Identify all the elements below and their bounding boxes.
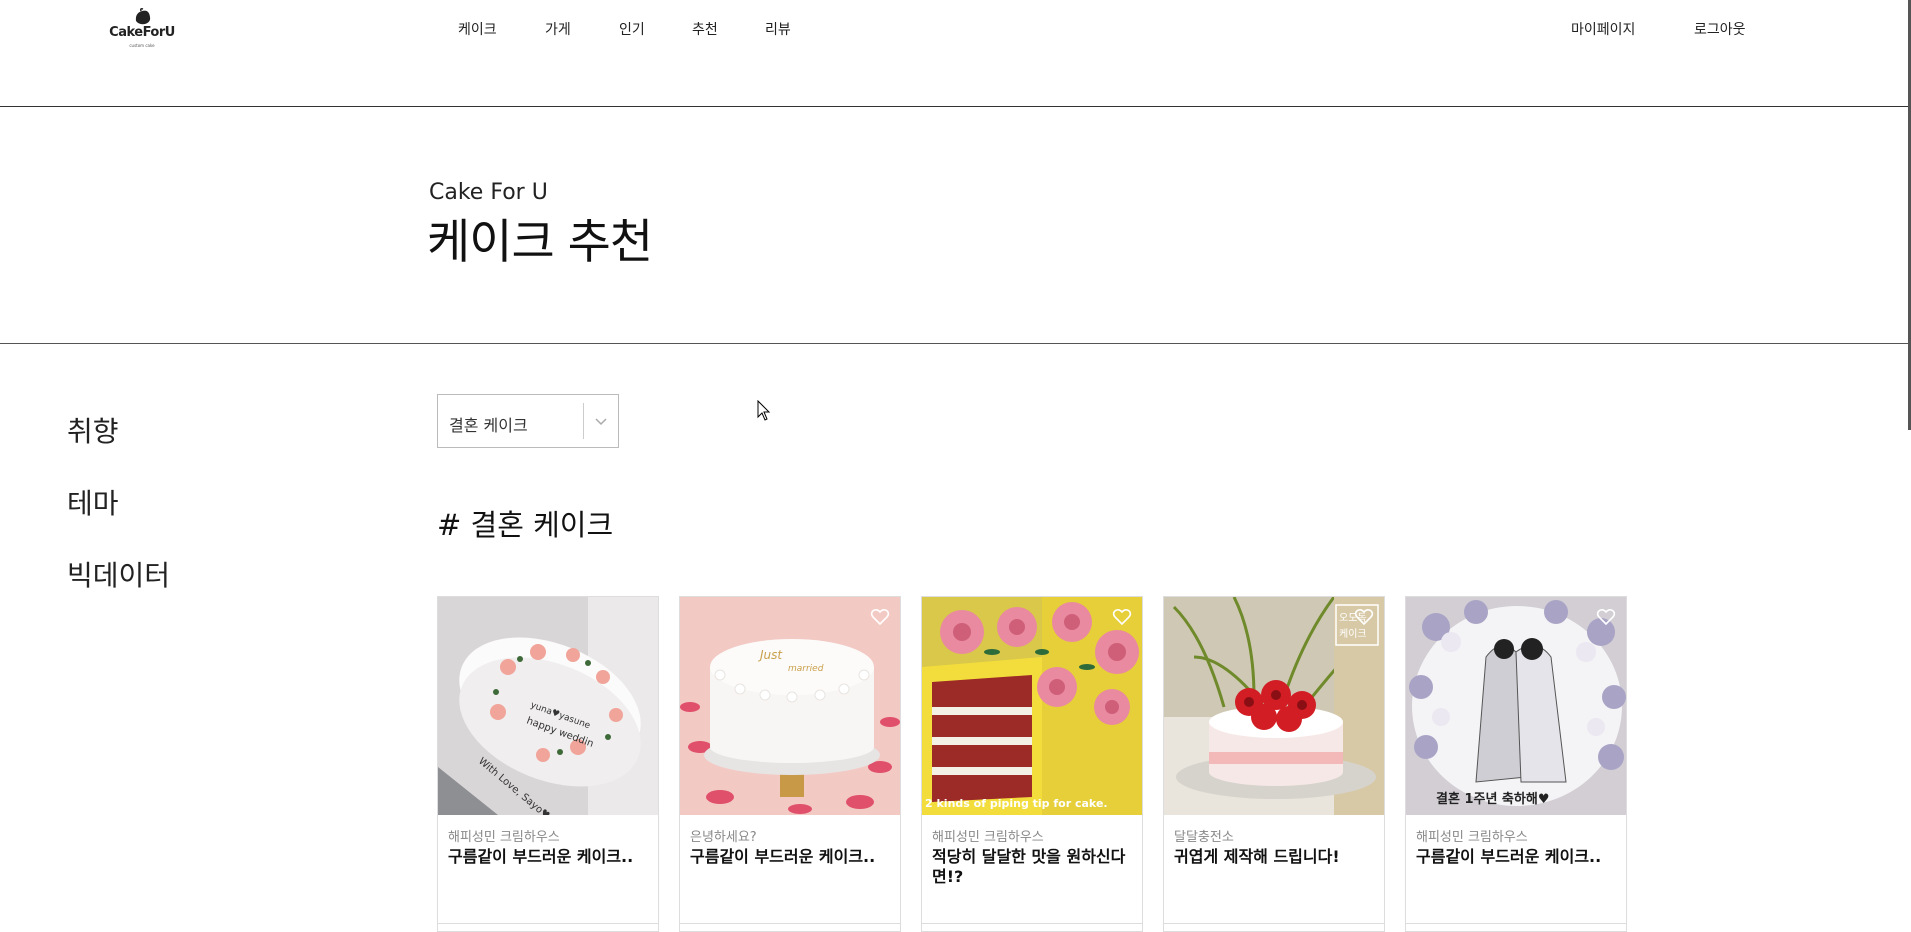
shop-name: 해피성민 크림하우스 bbox=[932, 830, 1044, 845]
sidebar-item-theme[interactable]: 테마 bbox=[67, 482, 119, 522]
hero-banner: Cake For U 케이크 추천 bbox=[0, 107, 1911, 344]
hero-subtitle: Cake For U bbox=[429, 180, 548, 205]
cake-name: 구름같이 부드러운 케이크.. bbox=[690, 847, 876, 866]
theme-select-value: 결혼 케이크 bbox=[449, 416, 528, 435]
cake-card[interactable]: 오도독 케이크 달달충전소 귀엽게 제작해 드립니다! bbox=[1163, 596, 1385, 932]
cake-writing: Just bbox=[758, 648, 783, 662]
card-divider bbox=[922, 923, 1142, 924]
cake-writing: 결혼 1주년 축하해♥ bbox=[1436, 791, 1549, 807]
logo-subtext: custom cake bbox=[129, 43, 155, 48]
image-caption: 2 kinds of piping tip for cake. bbox=[925, 797, 1108, 810]
nav-recommend[interactable]: 추천 bbox=[692, 19, 718, 39]
shop-name: 해피성민 크림하우스 bbox=[1416, 830, 1528, 845]
mypage-link[interactable]: 마이페이지 bbox=[1571, 19, 1635, 39]
nav-review[interactable]: 리뷰 bbox=[765, 19, 791, 39]
logo-text: CakeForU bbox=[109, 25, 175, 40]
cake-card[interactable]: 2 kinds of piping tip for cake. 해피성민 크림하… bbox=[921, 596, 1143, 932]
sidebar-item-taste[interactable]: 취향 bbox=[67, 410, 119, 450]
site-logo[interactable]: CakeForU custom cake bbox=[107, 8, 177, 54]
select-divider bbox=[583, 403, 584, 439]
cake-image[interactable]: 결혼 1주년 축하해♥ bbox=[1406, 597, 1626, 815]
card-divider bbox=[1406, 923, 1626, 924]
top-header: CakeForU custom cake 케이크 가게 인기 추천 리뷰 마이페… bbox=[0, 0, 1911, 107]
card-divider bbox=[680, 923, 900, 924]
cake-image[interactable]: yuna♥yasune happy weddin With Love, Sayo… bbox=[438, 597, 658, 815]
heart-icon[interactable] bbox=[1596, 607, 1616, 627]
page-title: 케이크 추천 bbox=[427, 215, 653, 270]
cake-name: 구름같이 부드러운 케이크.. bbox=[1416, 847, 1602, 866]
nav-popular[interactable]: 인기 bbox=[619, 19, 645, 39]
cake-name: 구름같이 부드러운 케이크.. bbox=[448, 847, 634, 866]
mouse-cursor-icon bbox=[757, 400, 771, 421]
nav-cake[interactable]: 케이크 bbox=[458, 19, 497, 39]
heart-icon[interactable] bbox=[870, 607, 890, 627]
cake-card[interactable]: 결혼 1주년 축하해♥ 해피성민 크림하우스 구름같이 부드러운 케이크.. bbox=[1405, 596, 1627, 932]
shop-name: 달달충전소 bbox=[1174, 830, 1234, 845]
cake-card[interactable]: Just married 은녕하세요? 구름같이 부드러운 케이크.. bbox=[679, 596, 901, 932]
cake-image[interactable]: 2 kinds of piping tip for cake. bbox=[922, 597, 1142, 815]
theme-select[interactable]: 결혼 케이크 bbox=[437, 394, 619, 448]
heart-icon[interactable] bbox=[1112, 607, 1132, 627]
nav-store[interactable]: 가게 bbox=[545, 19, 571, 39]
card-divider bbox=[1164, 923, 1384, 924]
shop-name: 은녕하세요? bbox=[690, 830, 757, 845]
chevron-down-icon[interactable] bbox=[592, 412, 610, 430]
card-divider bbox=[438, 923, 658, 924]
cake-image[interactable]: Just married bbox=[680, 597, 900, 815]
shop-name: 해피성민 크림하우스 bbox=[448, 830, 560, 845]
cake-writing: married bbox=[788, 664, 824, 674]
sidebar-item-bigdata[interactable]: 빅데이터 bbox=[67, 554, 170, 594]
cake-image[interactable]: 오도독 케이크 bbox=[1164, 597, 1384, 815]
image-badge: 케이크 bbox=[1339, 628, 1367, 640]
cake-name: 적당히 달달한 맛을 원하신다면!? bbox=[932, 847, 1126, 886]
section-title: # 결혼 케이크 bbox=[437, 508, 614, 542]
heart-icon[interactable] bbox=[1354, 607, 1374, 627]
cake-name: 귀엽게 제작해 드립니다! bbox=[1174, 847, 1340, 866]
cake-card[interactable]: yuna♥yasune happy weddin With Love, Sayo… bbox=[437, 596, 659, 932]
logout-link[interactable]: 로그아웃 bbox=[1694, 19, 1746, 39]
